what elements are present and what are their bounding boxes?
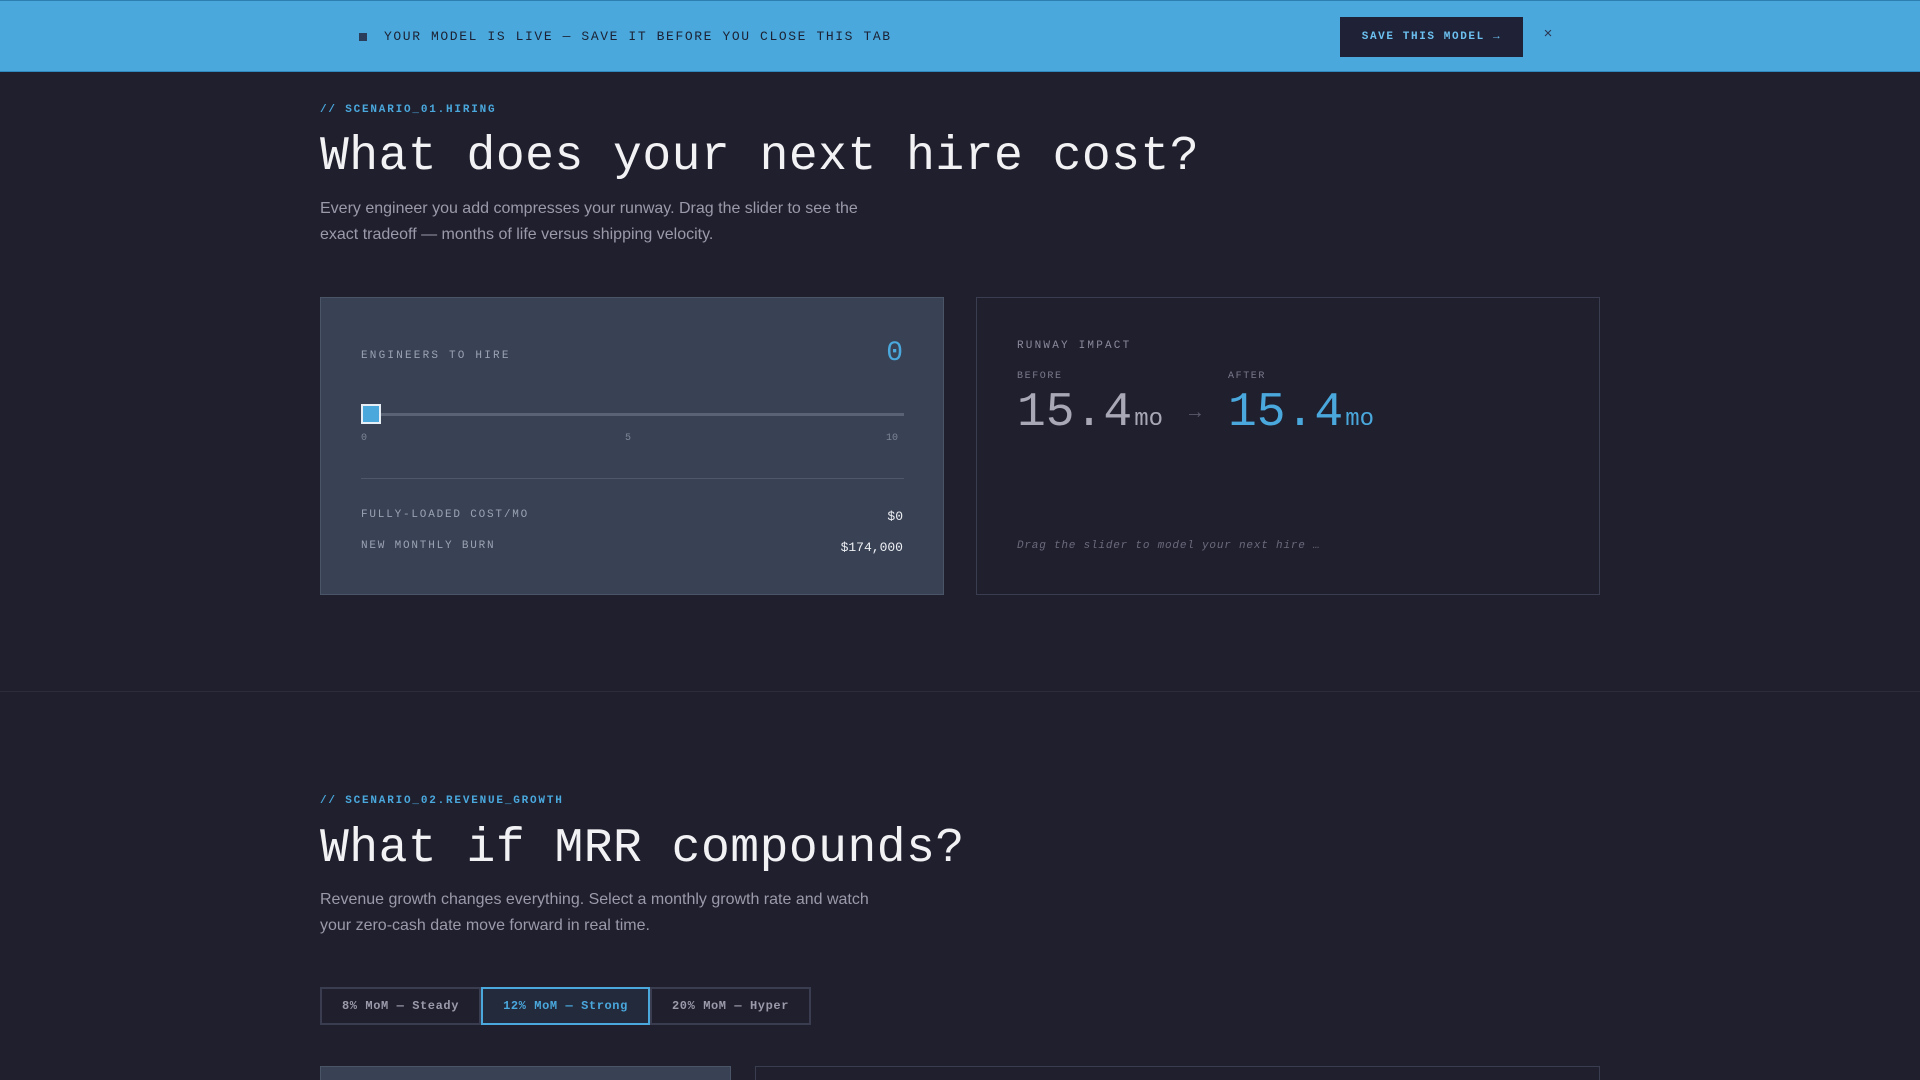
cost-value: $0 [887,509,903,524]
engineers-value: 0 [886,338,903,369]
tab-8-steady[interactable]: 8% MoM — Steady [320,987,481,1025]
before-label: BEFORE [1017,371,1063,382]
scenario-1-heading: What does your next hire cost? [320,130,1200,184]
runway-label: RUNWAY IMPACT [1017,340,1132,352]
before-unit: mo [1134,406,1164,433]
slider-track[interactable] [361,413,904,416]
scenario-2-eyebrow: // SCENARIO_02.REVENUE_GROWTH [320,795,564,807]
slider-tick-max: 10 [886,433,899,444]
save-model-button[interactable]: SAVE THIS MODEL → [1340,17,1523,57]
banner-text: YOUR MODEL IS LIVE — SAVE IT BEFORE YOU … [384,29,892,44]
after-label: AFTER [1228,371,1267,382]
after-unit: mo [1345,406,1375,433]
burn-label: NEW MONTHLY BURN [361,540,496,552]
arrow-right-icon: → [1189,402,1202,425]
runway-impact-card: RUNWAY IMPACT BEFORE AFTER 15.4mo → 15.4… [976,297,1600,595]
close-icon[interactable]: × [1540,25,1556,47]
growth-card-right [755,1066,1600,1080]
before-value: 15.4 [1017,386,1133,440]
live-model-banner: YOUR MODEL IS LIVE — SAVE IT BEFORE YOU … [0,0,1920,72]
section-divider [0,691,1920,692]
after-runway: 15.4mo [1228,386,1374,440]
card-divider [361,478,904,479]
scenario-2-description: Revenue growth changes everything. Selec… [320,891,869,934]
before-runway: 15.4mo [1017,386,1163,440]
scenario-1-eyebrow: // SCENARIO_01.HIRING [320,104,497,116]
burn-value: $174,000 [840,540,903,555]
growth-card-left [320,1066,731,1080]
slider-tick-mid: 5 [625,433,632,444]
scenario-1-description: Every engineer you add compresses your r… [320,200,858,243]
growth-rate-tabs: 8% MoM — Steady 12% MoM — Strong 20% MoM… [320,987,811,1025]
tab-12-strong[interactable]: 12% MoM — Strong [481,987,650,1025]
cost-label: FULLY-LOADED COST/MO [361,509,530,521]
engineers-label: ENGINEERS TO HIRE [361,350,511,362]
after-value: 15.4 [1228,386,1344,440]
scenario-2-heading: What if MRR compounds? [320,822,965,876]
slider-tick-min: 0 [361,433,368,444]
hire-slider-card: ENGINEERS TO HIRE 0 0 5 10 FULLY-LOADED … [320,297,944,595]
tab-20-hyper[interactable]: 20% MoM — Hyper [650,987,811,1025]
runway-hint: Drag the slider to model your next hire … [1017,540,1321,552]
status-square-icon [359,33,367,41]
slider-handle[interactable] [361,404,381,424]
